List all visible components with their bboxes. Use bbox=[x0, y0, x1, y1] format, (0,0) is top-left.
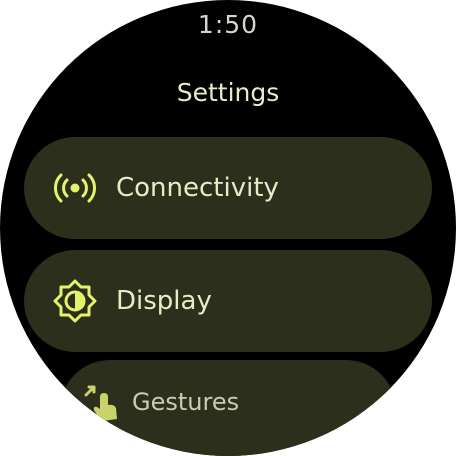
status-time: 1:50 bbox=[197, 10, 259, 39]
connectivity-icon bbox=[52, 165, 98, 211]
gestures-icon bbox=[80, 379, 126, 425]
settings-item-label: Display bbox=[116, 286, 212, 316]
settings-item-label: Connectivity bbox=[116, 173, 279, 203]
watch-screen: 1:50 Settings Connectivity Display Gestu… bbox=[0, 0, 456, 456]
settings-item-display[interactable]: Display bbox=[24, 250, 432, 352]
settings-item-connectivity[interactable]: Connectivity bbox=[24, 137, 432, 239]
settings-item-label: Gestures bbox=[132, 388, 240, 416]
display-brightness-icon bbox=[52, 278, 98, 324]
settings-item-gestures[interactable]: Gestures bbox=[60, 360, 396, 456]
page-title: Settings bbox=[176, 78, 280, 107]
